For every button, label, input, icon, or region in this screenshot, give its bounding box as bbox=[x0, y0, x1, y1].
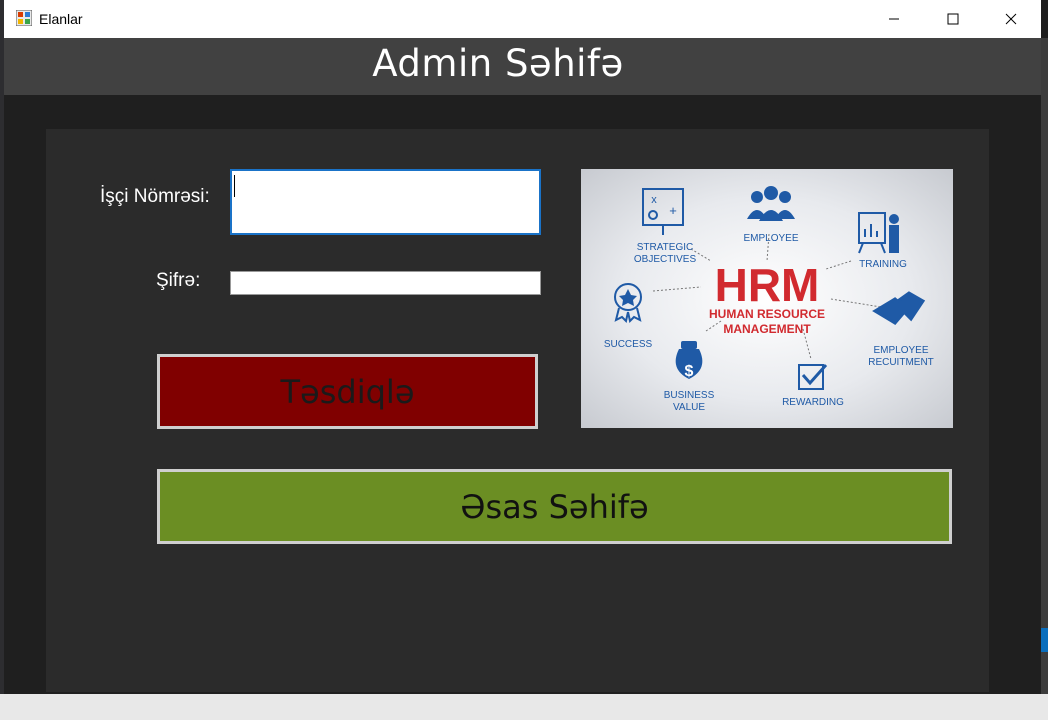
hrm-letters: HRM bbox=[715, 259, 820, 311]
svg-text:x: x bbox=[651, 194, 657, 206]
handshake-icon bbox=[872, 291, 926, 325]
home-page-button[interactable]: Əsas Səhifə bbox=[157, 469, 952, 544]
svg-text:+: + bbox=[669, 203, 677, 218]
maximize-button[interactable] bbox=[930, 0, 976, 38]
password-input[interactable] bbox=[230, 271, 541, 295]
label-employee: EMPLOYEE bbox=[743, 233, 798, 244]
text-caret bbox=[234, 175, 235, 197]
app-icon bbox=[15, 9, 33, 27]
label-recruit-2: RECUITMENT bbox=[868, 357, 934, 368]
password-label: Şifrə: bbox=[156, 270, 201, 291]
label-rewarding: REWARDING bbox=[782, 397, 844, 408]
close-icon bbox=[1005, 13, 1017, 25]
badge-icon bbox=[614, 283, 642, 323]
page-title: Admin Səhifə bbox=[372, 42, 624, 85]
title-bar[interactable]: Elanlar bbox=[4, 0, 1041, 38]
people-icon bbox=[747, 186, 795, 221]
employee-number-label: İşçi Nömrəsi: bbox=[100, 186, 210, 207]
money-bag-icon: $ bbox=[675, 341, 703, 380]
label-strategic-1: STRATEGIC bbox=[637, 242, 693, 253]
label-success: SUCCESS bbox=[604, 339, 653, 350]
app-window: Elanlar Admin Səhifə İşçi Nömrəsi: Şifrə… bbox=[4, 0, 1041, 694]
desktop-background-bottom bbox=[0, 694, 1048, 720]
svg-text:$: $ bbox=[685, 363, 694, 380]
label-recruit-1: EMPLOYEE bbox=[873, 345, 928, 356]
minimize-icon bbox=[889, 18, 899, 20]
label-business-1: BUSINESS bbox=[664, 390, 715, 401]
header-band: Admin Səhifə bbox=[4, 38, 1041, 95]
training-icon bbox=[858, 212, 886, 254]
close-button[interactable] bbox=[988, 0, 1034, 38]
checkbox-icon bbox=[798, 364, 828, 390]
window-title: Elanlar bbox=[39, 11, 83, 27]
hrm-subtitle-2: MANAGEMENT bbox=[723, 322, 811, 336]
strategy-icon: x + bbox=[642, 188, 684, 235]
label-strategic-2: OBJECTIVES bbox=[634, 254, 697, 265]
label-training: TRAINING bbox=[859, 259, 907, 270]
maximize-icon bbox=[947, 13, 959, 25]
label-business-2: VALUE bbox=[673, 402, 705, 413]
desktop-accent bbox=[1041, 628, 1048, 652]
hrm-illustration: x + STRATEGIC OBJECTIVES EMPLOYEE TRAINI… bbox=[581, 169, 953, 428]
confirm-button[interactable]: Təsdiqlə bbox=[157, 354, 538, 429]
minimize-button[interactable] bbox=[871, 0, 917, 38]
employee-number-input[interactable] bbox=[230, 169, 541, 235]
desktop-background-right bbox=[1041, 38, 1048, 694]
hrm-subtitle-1: HUMAN RESOURCE bbox=[709, 307, 825, 321]
login-panel: İşçi Nömrəsi: Şifrə: Təsdiqlə x + STRATE… bbox=[46, 129, 989, 692]
